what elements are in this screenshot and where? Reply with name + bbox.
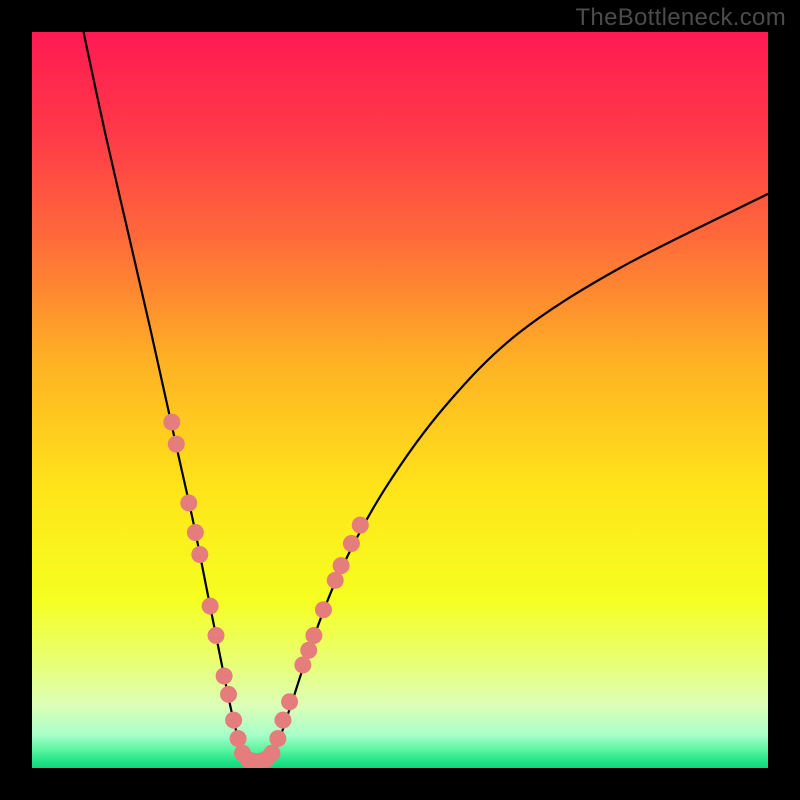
marker-dot bbox=[269, 730, 286, 747]
marker-dot bbox=[180, 495, 197, 512]
marker-dot bbox=[305, 627, 322, 644]
marker-dot bbox=[202, 598, 219, 615]
marker-dot bbox=[294, 656, 311, 673]
marker-dot bbox=[327, 572, 344, 589]
marker-dot bbox=[168, 436, 185, 453]
marker-dot bbox=[274, 712, 291, 729]
marker-dot bbox=[263, 745, 280, 762]
marker-dot bbox=[208, 627, 225, 644]
marker-dot bbox=[163, 414, 180, 431]
marker-dot bbox=[352, 517, 369, 534]
marker-dots-group bbox=[163, 414, 368, 768]
marker-dot bbox=[225, 712, 242, 729]
marker-dot bbox=[315, 601, 332, 618]
marker-dot bbox=[220, 686, 237, 703]
marker-dot bbox=[300, 642, 317, 659]
marker-dot bbox=[191, 546, 208, 563]
curve-layer bbox=[32, 32, 768, 768]
bottleneck-curve bbox=[84, 32, 768, 764]
marker-dot bbox=[216, 668, 233, 685]
marker-dot bbox=[187, 524, 204, 541]
marker-dot bbox=[281, 693, 298, 710]
chart-frame: TheBottleneck.com bbox=[0, 0, 800, 800]
marker-dot bbox=[333, 557, 350, 574]
marker-dot bbox=[343, 535, 360, 552]
marker-dot bbox=[230, 730, 247, 747]
plot-area bbox=[32, 32, 768, 768]
watermark-text: TheBottleneck.com bbox=[575, 4, 786, 32]
